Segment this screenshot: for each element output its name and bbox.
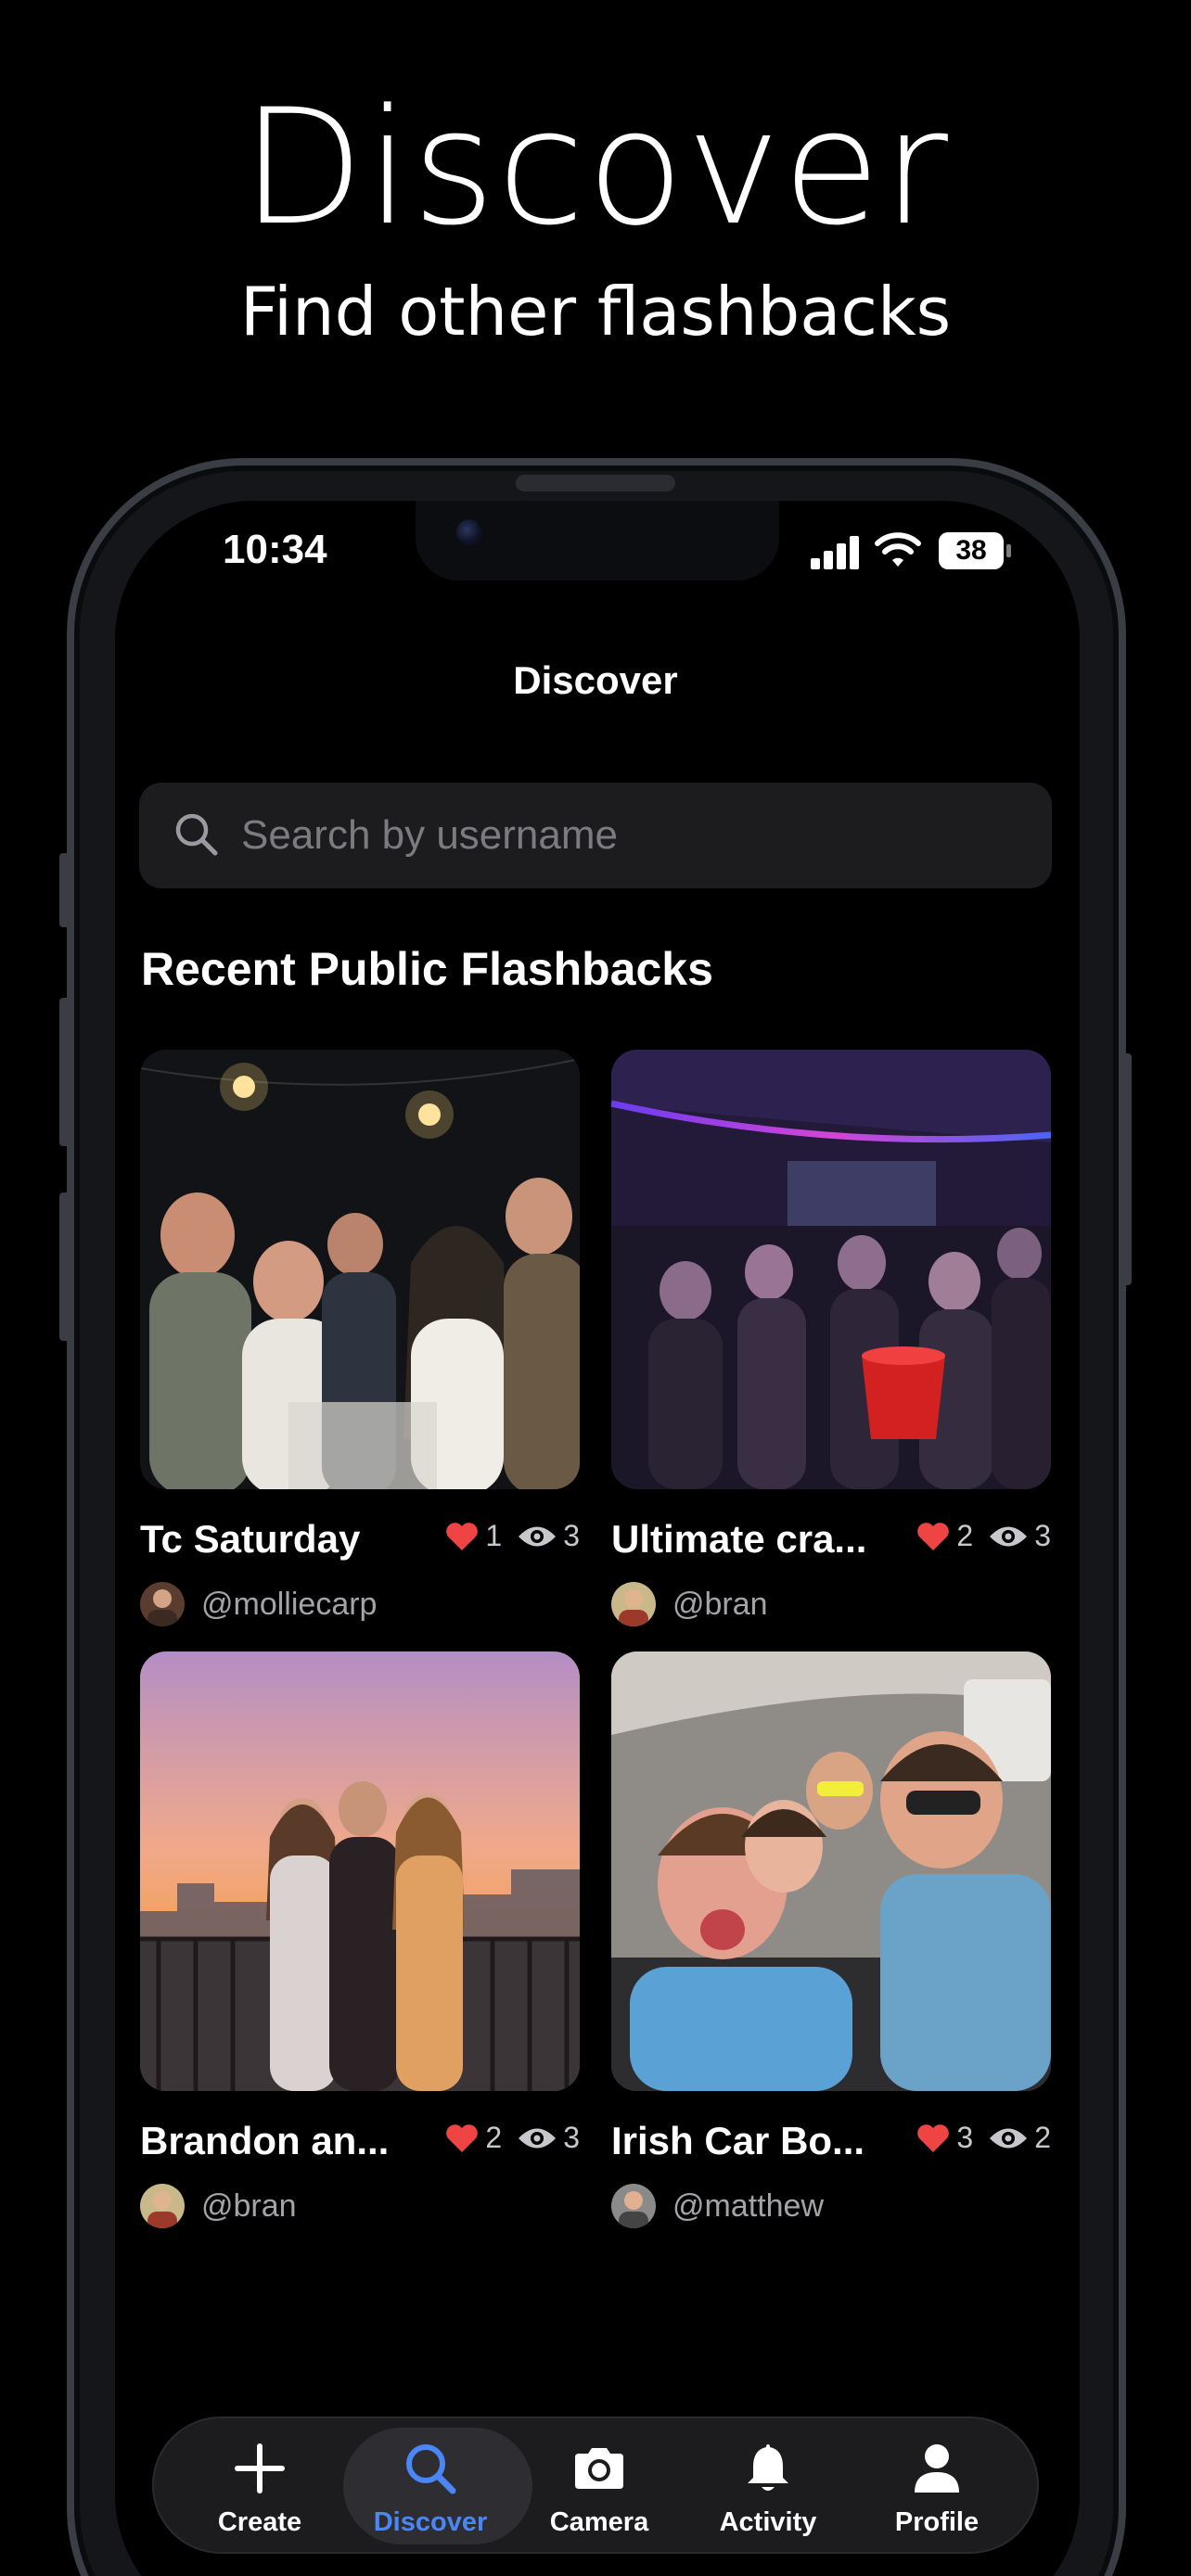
flashback-title: Ultimate cra... (611, 1517, 867, 1561)
promo-title: Discover (241, 74, 950, 261)
page-title: Discover (513, 658, 678, 702)
like-count: 1 (485, 1519, 503, 1552)
flashback-card[interactable]: Irish Car Bo... 3 2 @matthew (611, 1651, 1051, 2245)
search-bar[interactable] (139, 783, 1052, 888)
flashback-author[interactable]: @matthew (611, 2184, 824, 2228)
username: @bran (672, 1586, 768, 1622)
view-count: 3 (563, 1519, 580, 1552)
volume-down-button (59, 1192, 70, 1341)
mute-switch (59, 853, 70, 927)
tab-label: Profile (894, 2507, 980, 2537)
flashback-stats: 1 3 (444, 1519, 580, 1553)
view-count: 3 (563, 2121, 580, 2154)
tab-label: Camera (549, 2507, 649, 2537)
heart-icon[interactable] (444, 1521, 480, 1552)
avatar (611, 2184, 656, 2228)
camera-icon (575, 2448, 623, 2489)
tab-profile[interactable]: Profile (853, 2418, 1020, 2556)
tab-activity[interactable]: Activity (685, 2418, 852, 2556)
flashback-title: Tc Saturday (140, 1517, 361, 1561)
flashback-thumbnail[interactable] (611, 1651, 1051, 2091)
tab-bar: Create Discover Camera Activity Profile (152, 2417, 1039, 2554)
view-count: 2 (1034, 2121, 1051, 2154)
flashback-card[interactable]: Tc Saturday 1 3 @molliecarp (140, 1050, 580, 1643)
flashback-title: Brandon an... (140, 2119, 390, 2162)
bell-icon (748, 2444, 788, 2491)
avatar (140, 1582, 185, 1626)
volume-up-button (59, 998, 70, 1146)
eye-icon (990, 2128, 1028, 2148)
flashback-stats: 3 2 (916, 2121, 1051, 2155)
username: @matthew (672, 2187, 825, 2224)
like-count: 3 (956, 2121, 974, 2154)
wifi-icon (875, 532, 921, 567)
avatar (140, 2184, 185, 2228)
eye-icon (519, 1526, 557, 1546)
flashback-card[interactable]: Brandon an... 2 3 @bran (140, 1651, 580, 2245)
earpiece-speaker (516, 475, 675, 491)
flashback-thumbnail[interactable] (611, 1050, 1051, 1489)
flashback-stats: 2 3 (916, 1519, 1051, 1553)
username: @bran (201, 2187, 297, 2224)
promo-subtitle: Find other flashbacks (239, 273, 952, 351)
tab-discover[interactable]: Discover (343, 2418, 532, 2556)
tab-label: Create (217, 2507, 302, 2537)
tab-label: Discover (373, 2507, 488, 2537)
flashback-thumbnail[interactable] (140, 1651, 580, 2091)
flashback-title: Irish Car Bo... (611, 2119, 865, 2162)
flashback-stats: 2 3 (444, 2121, 580, 2155)
tab-label: Activity (719, 2507, 817, 2537)
search-input[interactable] (241, 807, 1011, 864)
heart-icon[interactable] (444, 2123, 480, 2154)
plus-icon (235, 2443, 285, 2493)
avatar (611, 1582, 656, 1626)
flashback-author[interactable]: @bran (611, 1582, 768, 1626)
search-icon (406, 2444, 456, 2494)
cellular-signal-icon (811, 536, 863, 569)
person-icon (915, 2444, 959, 2493)
section-title: Recent Public Flashbacks (141, 943, 713, 995)
heart-icon[interactable] (916, 2123, 951, 2154)
like-count: 2 (956, 1519, 974, 1552)
status-time: 10:34 (223, 527, 327, 572)
flashback-author[interactable]: @bran (140, 2184, 297, 2228)
flashback-card[interactable]: Ultimate cra... 2 3 @bran (611, 1050, 1051, 1643)
eye-icon (519, 2128, 557, 2148)
search-icon (175, 813, 218, 856)
like-count: 2 (485, 2121, 503, 2154)
flashback-thumbnail[interactable] (140, 1050, 580, 1489)
heart-icon[interactable] (916, 1521, 951, 1552)
eye-icon (990, 1526, 1028, 1546)
battery-indicator: 38 (939, 532, 1011, 569)
view-count: 3 (1034, 1519, 1051, 1552)
username: @molliecarp (201, 1586, 378, 1622)
power-button (1121, 1053, 1132, 1285)
tab-camera[interactable]: Camera (516, 2418, 683, 2556)
tab-create[interactable]: Create (176, 2418, 343, 2556)
flashback-author[interactable]: @molliecarp (140, 1582, 377, 1626)
front-camera (456, 519, 482, 545)
